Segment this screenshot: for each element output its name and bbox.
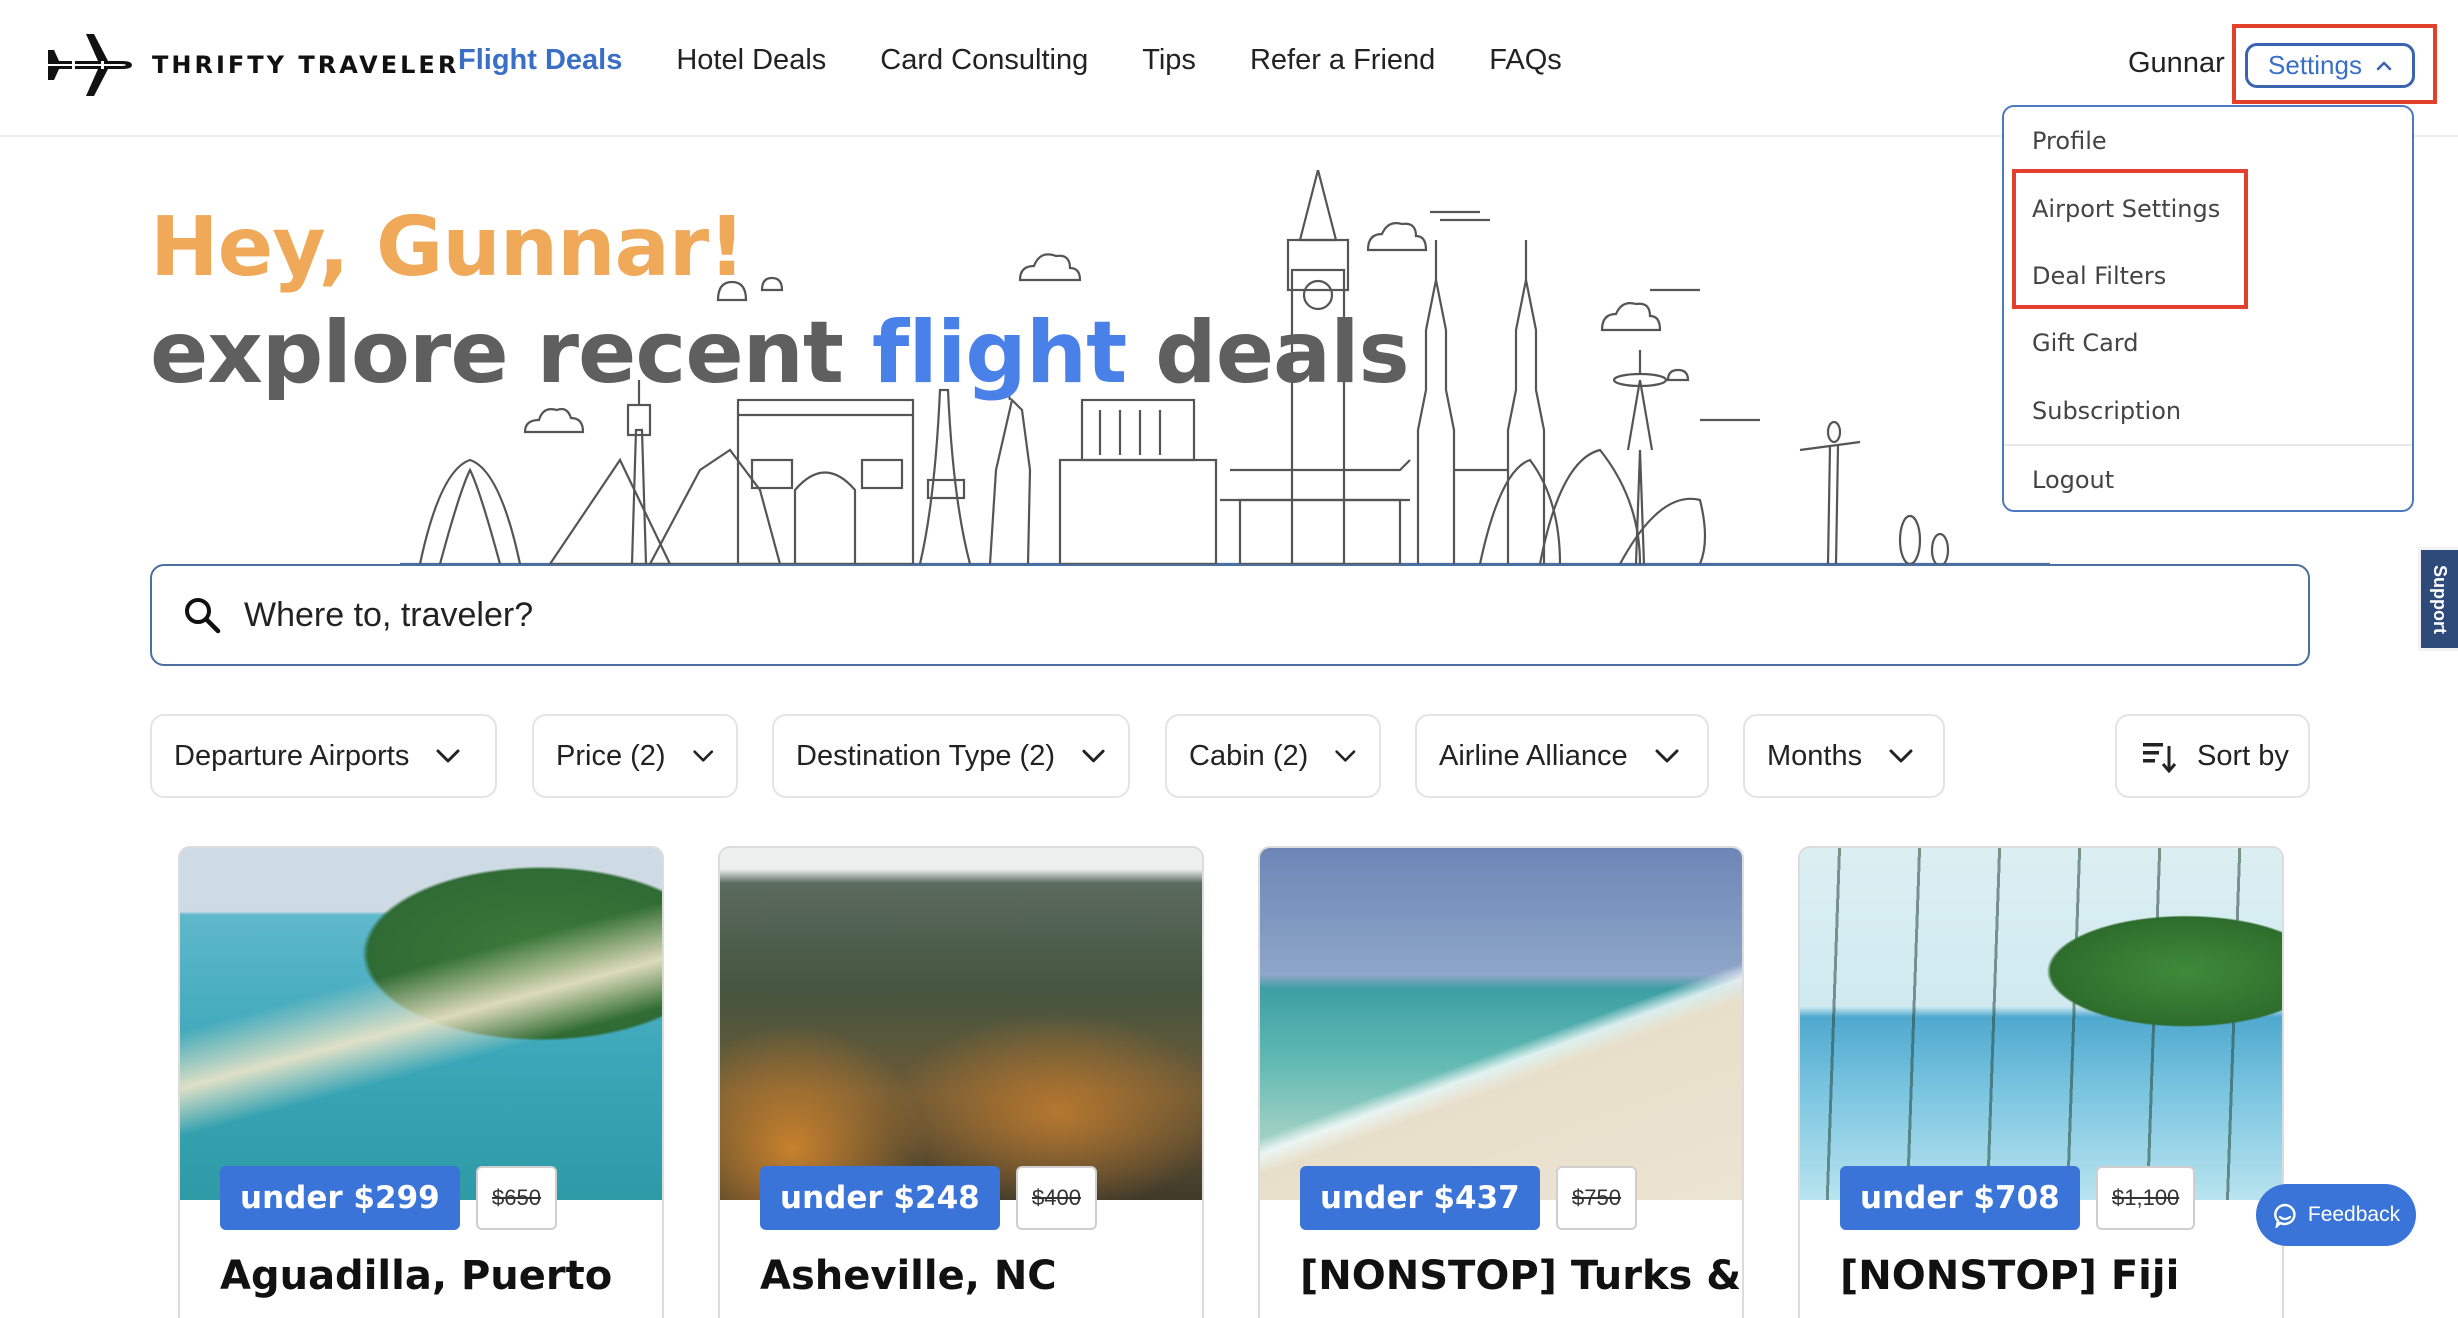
plane-logo-icon (48, 34, 132, 96)
deal-price-badge: under $299 (220, 1166, 460, 1230)
settings-button[interactable]: Settings (2245, 43, 2415, 88)
chevron-down-icon (1082, 749, 1105, 763)
filter-airline-alliance[interactable]: Airline Alliance (1415, 714, 1709, 798)
chevron-down-icon (436, 749, 460, 763)
deal-title: Aguadilla, Puerto (220, 1253, 613, 1299)
menu-item-subscription[interactable]: Subscription (2032, 397, 2181, 425)
chevron-down-icon (1655, 749, 1679, 763)
filter-label: Destination Type (2) (796, 739, 1055, 772)
filter-label: Airline Alliance (1439, 739, 1628, 772)
deal-original-price: $1,100 (2096, 1166, 2196, 1230)
filter-price[interactable]: Price (2) (532, 714, 738, 798)
settings-label: Settings (2268, 50, 2362, 80)
menu-item-gift-card[interactable]: Gift Card (2032, 329, 2138, 357)
destination-search-bar[interactable] (150, 564, 2310, 666)
sort-by-button[interactable]: Sort by (2115, 714, 2310, 798)
deal-card[interactable]: under $437 $750 [NONSTOP] Turks & (1258, 846, 1744, 1318)
search-icon (185, 598, 221, 634)
deal-title: Asheville, NC (760, 1253, 1057, 1299)
hero-headline-accent: flight (871, 303, 1127, 403)
deal-original-price: $400 (1016, 1166, 1097, 1230)
nav-refer-a-friend[interactable]: Refer a Friend (1250, 44, 1435, 77)
menu-item-airport-settings[interactable]: Airport Settings (2032, 195, 2220, 223)
chevron-down-icon (1889, 749, 1913, 763)
hero-greeting: Hey, Gunnar! (150, 200, 746, 295)
nav-hotel-deals[interactable]: Hotel Deals (676, 44, 826, 77)
main-nav: Flight Deals Hotel Deals Card Consulting… (458, 44, 1562, 77)
user-name: Gunnar (2128, 47, 2225, 79)
nav-faqs[interactable]: FAQs (1489, 44, 1562, 77)
chevron-up-icon (2376, 61, 2392, 70)
chat-bubble-icon (2273, 1203, 2296, 1228)
deal-original-price: $750 (1556, 1166, 1637, 1230)
logo[interactable]: THRIFTY TRAVELER (48, 34, 459, 96)
filter-departure-airports[interactable]: Departure Airports (150, 714, 497, 798)
sort-label: Sort by (2197, 739, 2289, 772)
deal-card[interactable]: under $248 $400 Asheville, NC (718, 846, 1204, 1318)
deal-photo (1260, 848, 1742, 1200)
deal-card[interactable]: under $299 $650 Aguadilla, Puerto (178, 846, 664, 1318)
menu-item-logout[interactable]: Logout (2032, 466, 2114, 494)
deal-title: [NONSTOP] Turks & (1300, 1253, 1742, 1299)
search-input[interactable] (244, 595, 2144, 635)
filter-label: Departure Airports (174, 739, 410, 772)
filter-label: Cabin (2) (1189, 739, 1309, 772)
logo-text: THRIFTY TRAVELER (152, 51, 460, 79)
filter-months[interactable]: Months (1743, 714, 1945, 798)
deal-photo (180, 848, 662, 1200)
hero-headline-suffix: deals (1126, 303, 1410, 403)
support-tab[interactable]: Support (2418, 547, 2458, 651)
nav-card-consulting[interactable]: Card Consulting (880, 44, 1088, 77)
chevron-down-icon (692, 750, 713, 762)
sort-icon (2143, 743, 2177, 774)
chevron-down-icon (1335, 750, 1356, 762)
deal-price-badge: under $248 (760, 1166, 1000, 1230)
hero-headline: explore recent flight deals (150, 303, 1410, 403)
menu-divider (2004, 444, 2412, 446)
filter-cabin[interactable]: Cabin (2) (1165, 714, 1381, 798)
hero-headline-prefix: explore recent (150, 303, 872, 403)
deal-photo (720, 848, 1202, 1200)
deal-title: [NONSTOP] Fiji (1840, 1253, 2180, 1299)
menu-item-deal-filters[interactable]: Deal Filters (2032, 262, 2166, 290)
deal-card[interactable]: under $708 $1,100 [NONSTOP] Fiji (1798, 846, 2284, 1318)
filter-destination-type[interactable]: Destination Type (2) (772, 714, 1130, 798)
nav-tips[interactable]: Tips (1142, 44, 1196, 77)
feedback-button[interactable]: Feedback (2256, 1184, 2416, 1246)
nav-flight-deals[interactable]: Flight Deals (458, 44, 622, 77)
filter-label: Months (1767, 739, 1863, 772)
deal-photo (1800, 848, 2282, 1200)
deal-price-badge: under $708 (1840, 1166, 2080, 1230)
deal-original-price: $650 (476, 1166, 557, 1230)
filter-label: Price (2) (556, 739, 666, 772)
feedback-label: Feedback (2307, 1203, 2401, 1226)
menu-item-profile[interactable]: Profile (2032, 127, 2107, 155)
deal-price-badge: under $437 (1300, 1166, 1540, 1230)
settings-dropdown-menu: Profile Airport Settings Deal Filters Gi… (2002, 105, 2414, 512)
